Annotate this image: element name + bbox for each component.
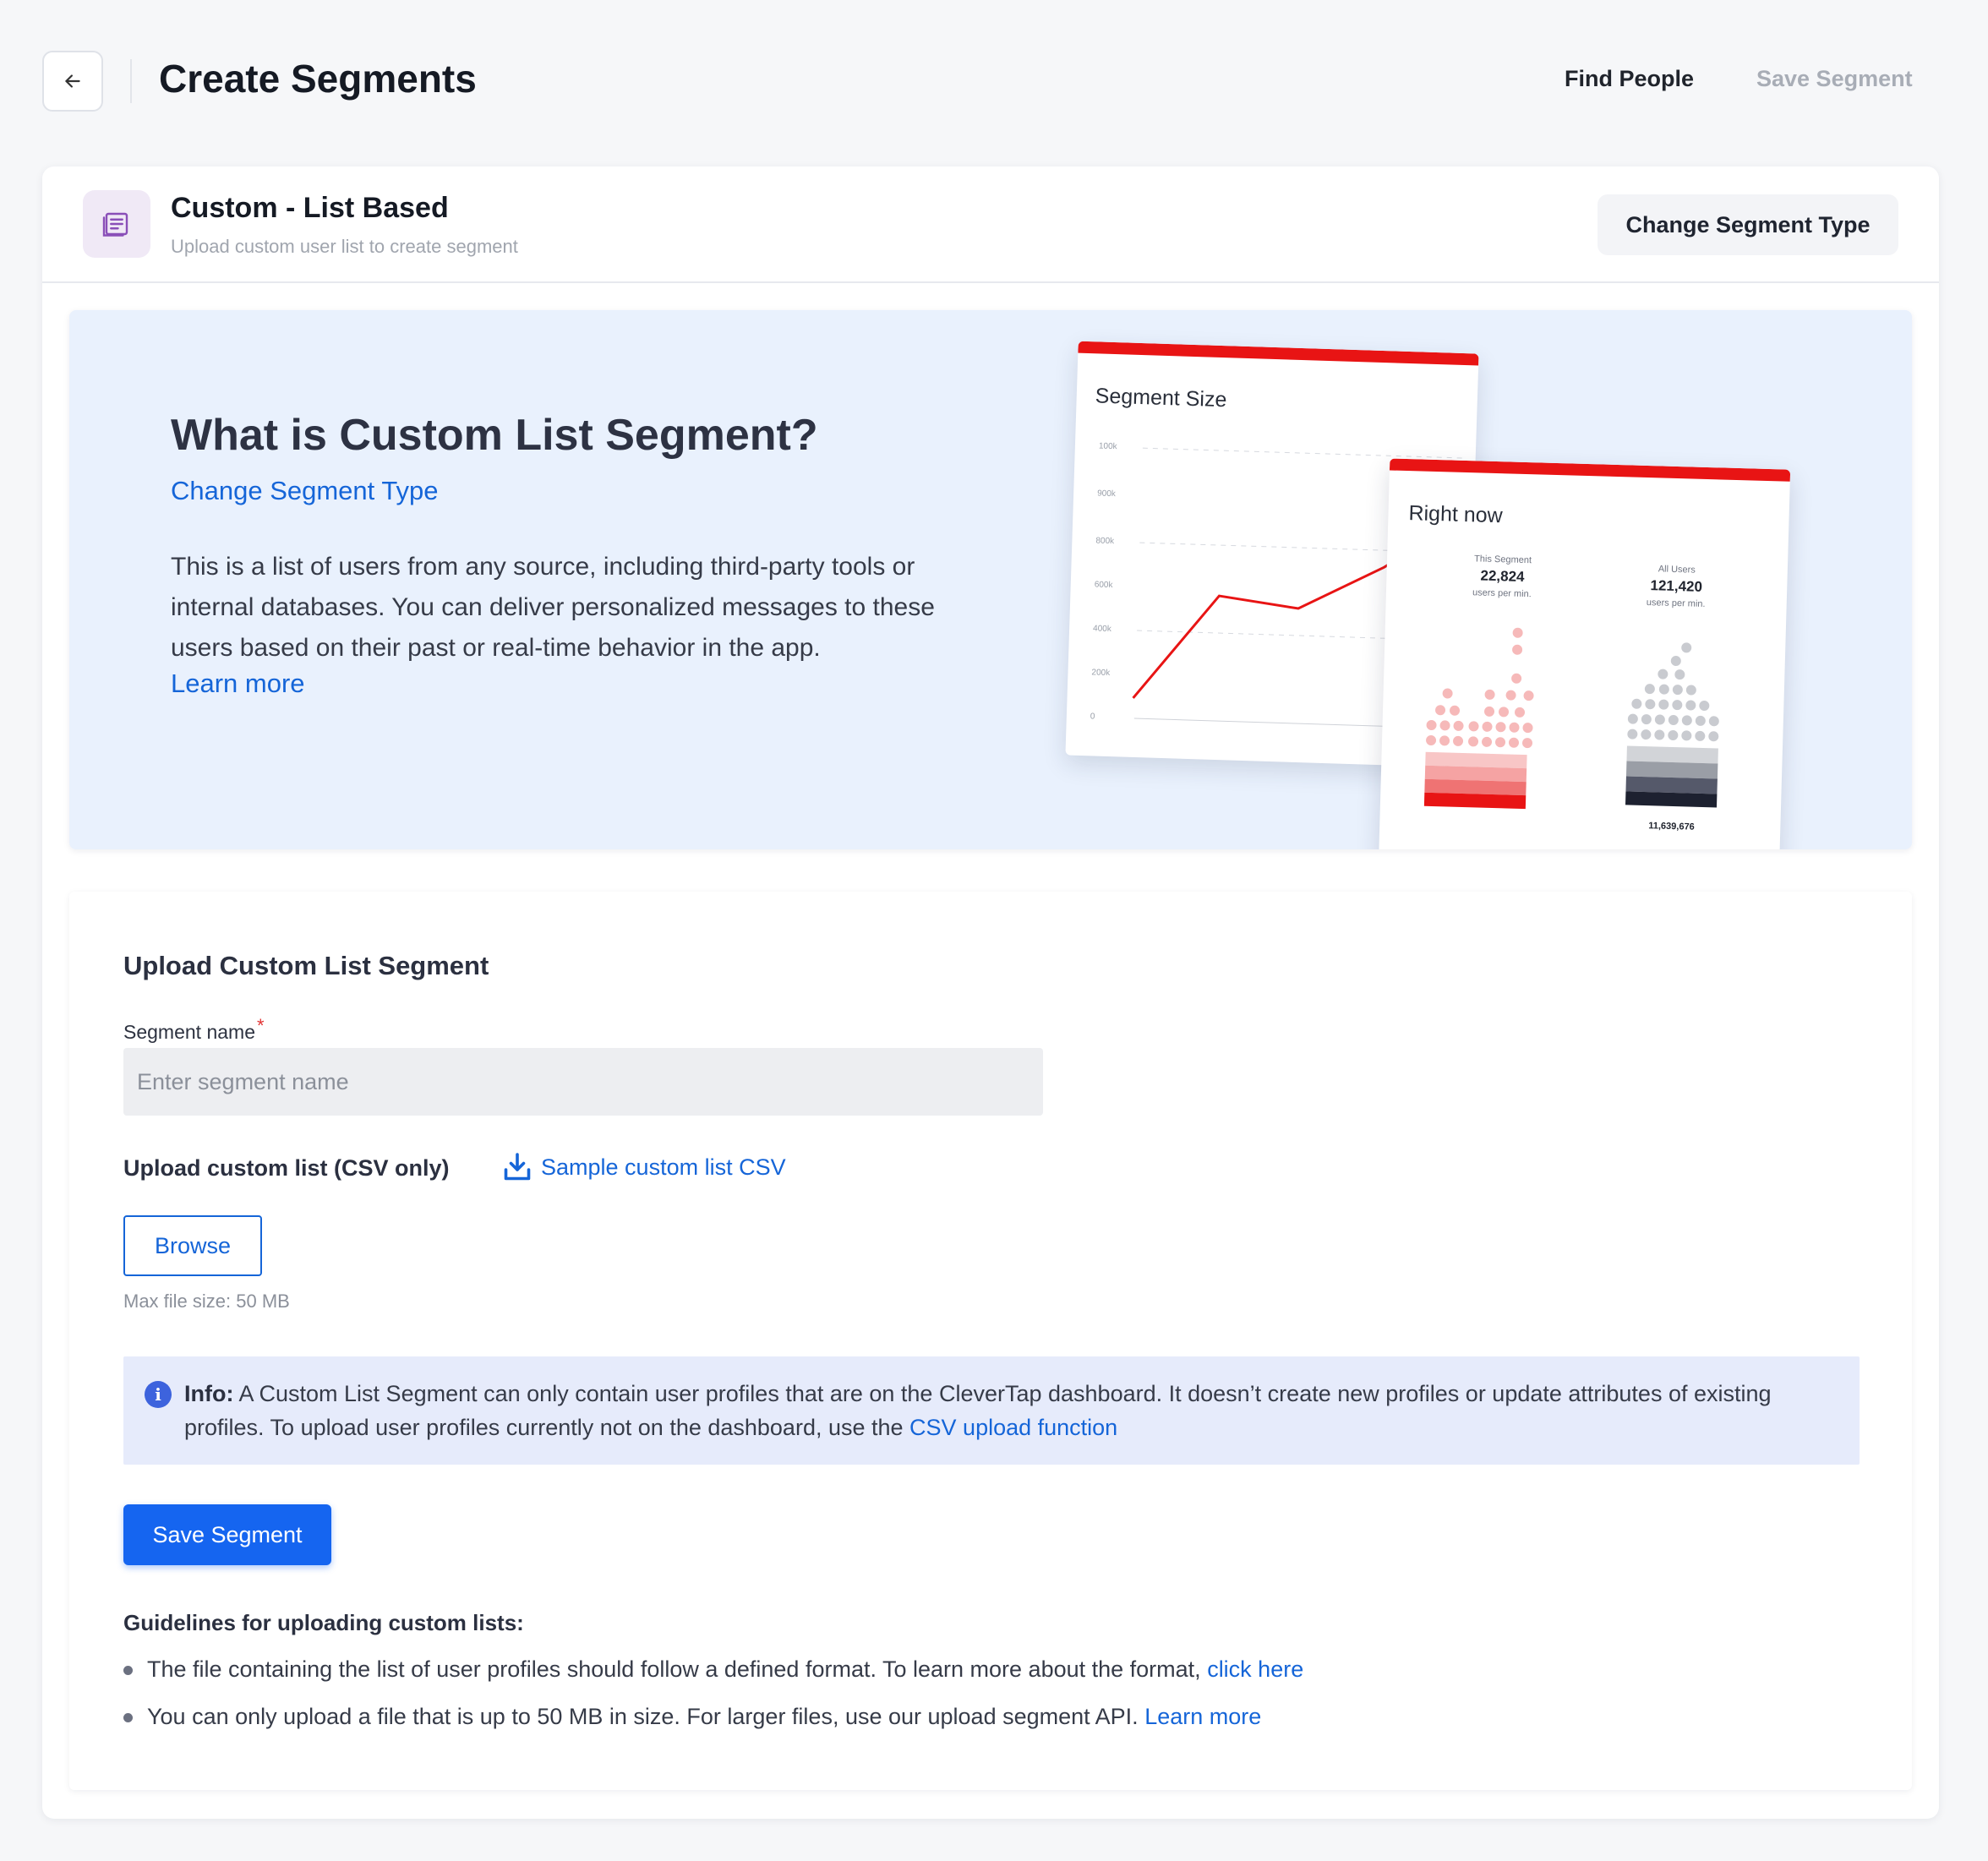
- arrow-left-icon: [65, 74, 80, 88]
- segment-name-input[interactable]: [123, 1048, 1043, 1116]
- find-people-button[interactable]: Find People: [1565, 66, 1694, 92]
- change-segment-type-button[interactable]: Change Segment Type: [1598, 194, 1898, 255]
- csv-upload-function-link[interactable]: CSV upload function: [909, 1415, 1117, 1440]
- list-item: You can only upload a file that is up to…: [123, 1700, 1303, 1747]
- main-card: Custom - List Based Upload custom user l…: [42, 166, 1939, 1819]
- sample-csv-link[interactable]: Sample custom list CSV: [502, 1152, 786, 1182]
- save-segment-button[interactable]: Save Segment: [123, 1504, 331, 1565]
- browse-button[interactable]: Browse: [123, 1215, 262, 1276]
- segment-type-header: Custom - List Based Upload custom user l…: [42, 166, 1939, 283]
- segment-type-title: Custom - List Based: [171, 192, 449, 224]
- header-divider: [130, 59, 132, 103]
- required-asterisk: *: [256, 1015, 265, 1036]
- guidelines-list: The file containing the list of user pro…: [123, 1652, 1303, 1747]
- all-users-total: 11,639,676: [1648, 821, 1695, 832]
- info-text: Info: A Custom List Segment can only con…: [184, 1381, 1772, 1440]
- segment-type-subtitle: Upload custom user list to create segmen…: [171, 236, 518, 257]
- upload-list-label: Upload custom list (CSV only): [123, 1155, 450, 1181]
- hero-description: This is a list of users from any source,…: [171, 553, 935, 662]
- page-title: Create Segments: [159, 57, 477, 101]
- list-item: The file containing the list of user pro…: [123, 1652, 1303, 1700]
- save-segment-header-button[interactable]: Save Segment: [1756, 66, 1913, 92]
- download-icon: [504, 1153, 531, 1181]
- right-now-illustration: Right now This Segment 22,824 users per …: [1377, 458, 1791, 849]
- hero-banner: What is Custom List Segment? Change Segm…: [69, 310, 1912, 849]
- hero-change-segment-type-link[interactable]: Change Segment Type: [171, 476, 439, 506]
- info-banner: i Info: A Custom List Segment can only c…: [123, 1356, 1860, 1465]
- hero-title: What is Custom List Segment?: [171, 411, 818, 460]
- segment-name-label: Segment name*: [123, 1015, 265, 1043]
- upload-api-learn-more-link[interactable]: Learn more: [1144, 1704, 1261, 1729]
- format-click-here-link[interactable]: click here: [1207, 1656, 1303, 1682]
- guidelines-title: Guidelines for uploading custom lists:: [123, 1610, 524, 1635]
- list-document-icon: [83, 190, 150, 258]
- info-icon: i: [145, 1381, 172, 1408]
- top-bar: Create Segments Find People Save Segment: [0, 0, 1988, 161]
- users-dot-graphic: [1423, 627, 1719, 810]
- upload-form-card: Upload Custom List Segment Segment name*…: [69, 892, 1912, 1790]
- upload-section-title: Upload Custom List Segment: [123, 951, 489, 980]
- back-button[interactable]: [42, 51, 103, 112]
- max-file-size-note: Max file size: 50 MB: [123, 1291, 290, 1312]
- hero-learn-more-link[interactable]: Learn more: [171, 669, 305, 699]
